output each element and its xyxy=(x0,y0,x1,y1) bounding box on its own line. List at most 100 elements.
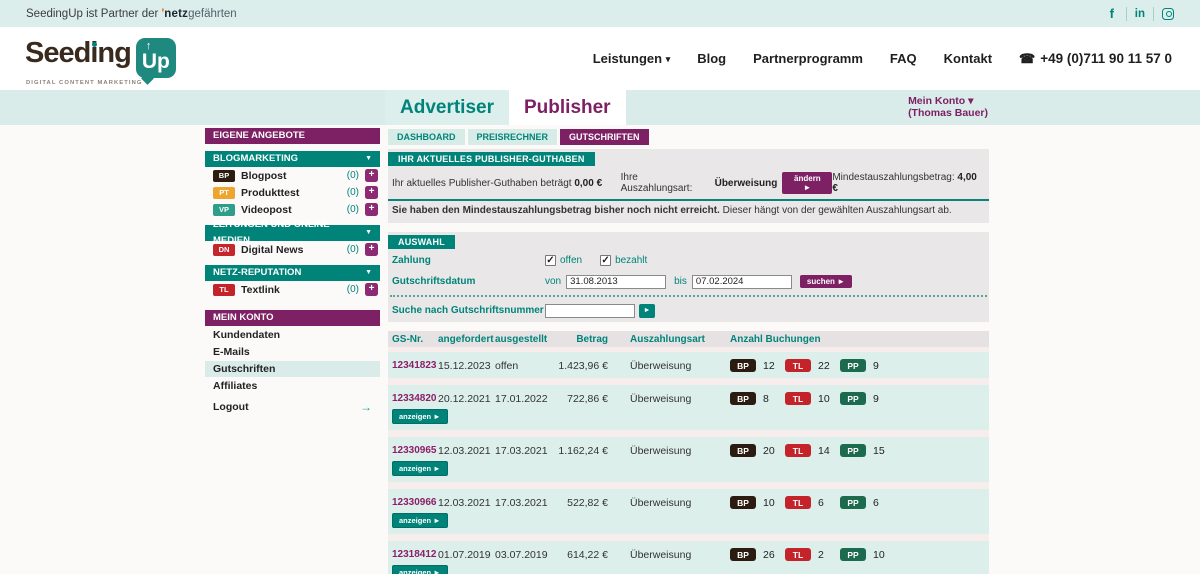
badge-pp: PP xyxy=(840,359,866,372)
col-betrag: Betrag xyxy=(548,334,608,345)
tab-preisrechner[interactable]: PREISRECHNER xyxy=(468,129,558,145)
nav-leistungen[interactable]: Leistungen ▾ xyxy=(593,51,671,66)
instagram-icon[interactable] xyxy=(1162,8,1174,20)
main-content: DASHBOARD PREISRECHNER GUTSCHRIFTEN IHR … xyxy=(388,129,989,574)
requested-date: 12.03.2021 xyxy=(438,497,495,509)
anzeigen-button[interactable]: anzeigen ► xyxy=(392,461,448,476)
booking-count: 15 xyxy=(873,445,885,457)
sidebar-item-videopost[interactable]: VP Videopost (0) + xyxy=(205,201,380,218)
seedingup-publisher-gutschriften-page: SeedingUp ist Partner der 'netzgefährten… xyxy=(0,0,1200,574)
von-label: von xyxy=(545,276,561,287)
table-row: 1233096512.03.202117.03.20211.162,24 €Üb… xyxy=(388,437,989,482)
facebook-icon[interactable]: f xyxy=(1106,6,1118,21)
anzeigen-button[interactable]: anzeigen ► xyxy=(392,409,448,424)
item-count: (0) xyxy=(347,204,359,215)
booking-count: 10 xyxy=(763,497,775,509)
checkbox-label-bezahlt: bezahlt xyxy=(615,255,647,266)
divider xyxy=(1126,7,1127,21)
gutschriftsnummer-go-button[interactable]: ► xyxy=(639,304,655,318)
sidebar-item-digital-news[interactable]: DN Digital News (0) + xyxy=(205,241,380,258)
sidebar: EIGENE ANGEBOTE BLOGMARKETING ▼ BP Blogp… xyxy=(205,128,380,416)
account-menu[interactable]: Mein Konto ▾ (Thomas Bauer) xyxy=(908,95,988,119)
menu-item-affiliates[interactable]: Affiliates xyxy=(205,378,380,394)
item-count: (0) xyxy=(347,187,359,198)
partner-text: SeedingUp ist Partner der 'netzgefährten xyxy=(26,8,237,20)
gs-number-link[interactable]: 12334820 xyxy=(392,393,438,404)
checkbox-offen[interactable]: ✓ xyxy=(545,255,556,266)
gutschriftsnummer-input[interactable] xyxy=(545,304,635,318)
bookings-list: BP12TL22PP9 xyxy=(730,359,989,372)
nav-blog[interactable]: Blog xyxy=(697,51,726,66)
menu-item-emails[interactable]: E-Mails xyxy=(205,344,380,360)
videopost-badge: VP xyxy=(213,204,235,216)
payout-type: Überweisung xyxy=(630,497,730,509)
seedingup-logo[interactable]: Seeding DIGITAL CONTENT MARKETING ↑ Up xyxy=(25,38,176,78)
sidebar-group-zeitungen[interactable]: ZEITUNGEN UND ONLINE MEDIEN ▼ xyxy=(205,225,380,241)
nav-partnerprogramm[interactable]: Partnerprogramm xyxy=(753,51,863,66)
sidebar-group-blogmarketing[interactable]: BLOGMARKETING ▼ xyxy=(205,151,380,167)
zahlung-filter-row: Zahlung ✓offen✓bezahlt xyxy=(388,250,989,270)
booking-group: TL2 xyxy=(785,548,840,561)
sidebar-item-textlink[interactable]: TL Textlink (0) + xyxy=(205,281,380,298)
booking-group: PP9 xyxy=(840,359,895,372)
booking-group: PP6 xyxy=(840,496,895,509)
gs-number-link[interactable]: 12341823 xyxy=(392,360,438,371)
add-videopost-button[interactable]: + xyxy=(365,203,378,216)
add-digital-news-button[interactable]: + xyxy=(365,243,378,256)
change-payout-button[interactable]: ändern ► xyxy=(782,172,832,194)
badge-bp: BP xyxy=(730,548,756,561)
badge-bp: BP xyxy=(730,496,756,509)
nav-faq[interactable]: FAQ xyxy=(890,51,917,66)
menu-item-logout[interactable]: Logout → xyxy=(205,398,380,416)
anzeigen-button[interactable]: anzeigen ► xyxy=(392,513,448,528)
logo-wordmark: Seeding DIGITAL CONTENT MARKETING xyxy=(25,38,131,68)
sidebar-item-blogpost[interactable]: BP Blogpost (0) + xyxy=(205,167,380,184)
linkedin-icon[interactable]: in xyxy=(1135,8,1145,20)
anzeigen-button[interactable]: anzeigen ► xyxy=(392,565,448,574)
checkbox-bezahlt[interactable]: ✓ xyxy=(600,255,611,266)
gs-number-link[interactable]: 12330965 xyxy=(392,445,438,456)
gutschriftsnummer-row: Suche nach Gutschriftsnummer ► xyxy=(388,299,989,322)
col-angefordert: angefordert xyxy=(438,334,495,345)
payout-type: Überweisung xyxy=(630,360,730,372)
booking-count: 6 xyxy=(873,497,879,509)
tab-advertiser[interactable]: Advertiser xyxy=(385,90,509,125)
tab-gutschriften[interactable]: GUTSCHRIFTEN xyxy=(560,129,649,145)
menu-item-kundendaten[interactable]: Kundendaten xyxy=(205,327,380,343)
gutschriftsnummer-label: Suche nach Gutschriftsnummer xyxy=(392,305,545,316)
issued-date: 17.01.2022 xyxy=(495,393,548,405)
blogpost-badge: BP xyxy=(213,170,235,182)
chevron-down-icon: ▾ xyxy=(666,54,671,64)
nav-kontakt[interactable]: Kontakt xyxy=(944,51,992,66)
phone-number[interactable]: ☎ +49 (0)711 90 11 57 0 xyxy=(1019,51,1172,67)
table-row-line: 1234182315.12.2023offen1.423,96 €Überwei… xyxy=(388,359,989,372)
gs-number-link[interactable]: 12330966 xyxy=(392,497,438,508)
sidebar-item-produkttest[interactable]: PT Produkttest (0) + xyxy=(205,184,380,201)
sidebar-group-netz-reputation[interactable]: NETZ-REPUTATION ▼ xyxy=(205,265,380,281)
zahlung-options: ✓ offen ✓ bezahlt xyxy=(545,255,665,266)
checkbox-label-offen: offen xyxy=(560,255,582,266)
tab-publisher[interactable]: Publisher xyxy=(509,90,626,125)
date-to-input[interactable] xyxy=(692,275,792,289)
search-button[interactable]: suchen ► xyxy=(800,275,852,288)
booking-count: 14 xyxy=(818,445,830,457)
tab-dashboard[interactable]: DASHBOARD xyxy=(388,129,465,145)
add-blogpost-button[interactable]: + xyxy=(365,169,378,182)
date-from-input[interactable] xyxy=(566,275,666,289)
booking-group: BP 10 xyxy=(730,496,785,509)
amount: 1.423,96 € xyxy=(548,360,608,372)
chevron-down-icon: ▼ xyxy=(365,151,372,167)
add-produkttest-button[interactable]: + xyxy=(365,186,378,199)
menu-item-gutschriften[interactable]: Gutschriften xyxy=(205,361,380,377)
badge-tl: TL xyxy=(785,496,811,509)
table-row: 1233482020.12.202117.01.2022722,86 €Über… xyxy=(388,385,989,430)
amount: 1.162,24 € xyxy=(548,445,608,457)
amount: 522,82 € xyxy=(548,497,608,509)
textlink-badge: TL xyxy=(213,284,235,296)
logo-up-badge: ↑ Up xyxy=(136,38,176,78)
booking-group: BP26 xyxy=(730,548,785,561)
add-textlink-button[interactable]: + xyxy=(365,283,378,296)
bookings-list: BP20TL14PP15 xyxy=(730,444,989,457)
gs-number-link[interactable]: 12318412 xyxy=(392,549,438,560)
booking-group: PP15 xyxy=(840,444,895,457)
